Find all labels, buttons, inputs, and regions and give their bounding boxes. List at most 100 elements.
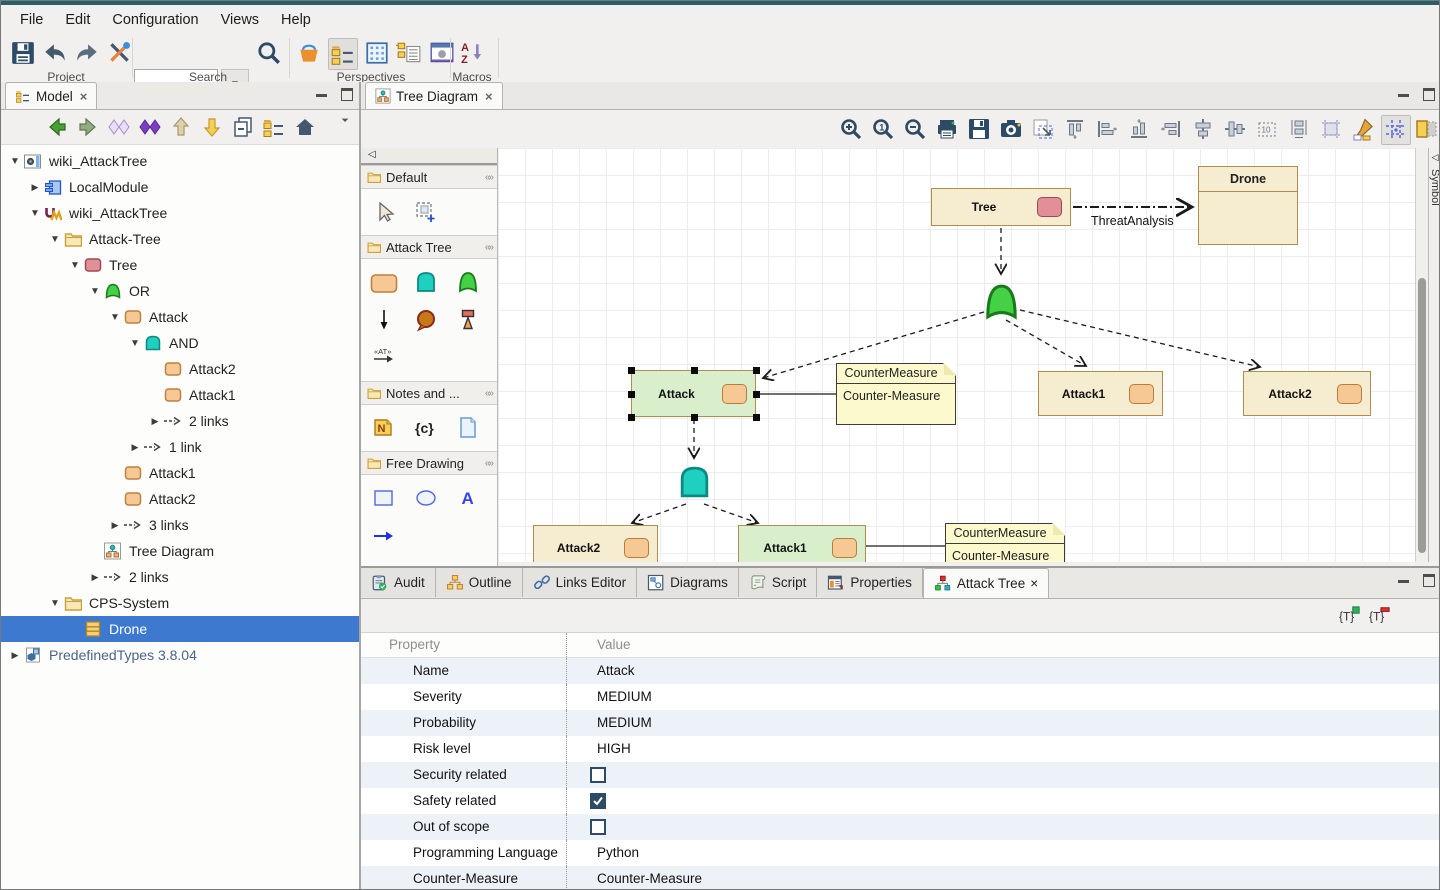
menu-file[interactable]: File bbox=[9, 8, 54, 32]
close-icon[interactable]: × bbox=[485, 89, 493, 104]
palette-tool-rectangle[interactable] bbox=[363, 479, 405, 517]
symbol-panel-collapsed[interactable]: ◁ Symbol bbox=[1428, 148, 1440, 562]
minimize-icon[interactable] bbox=[316, 94, 327, 97]
screenshot-icon[interactable] bbox=[997, 115, 1025, 143]
zoom-out-icon[interactable] bbox=[901, 115, 929, 143]
tree-item-localmodule[interactable]: ▶LocalModule bbox=[1, 174, 359, 200]
diagram-node-attack2[interactable]: Attack2 bbox=[1243, 371, 1371, 416]
tree-item-or[interactable]: ▼OR bbox=[1, 278, 359, 304]
align-right-icon[interactable] bbox=[1157, 115, 1185, 143]
diagram-node-drone[interactable]: Drone bbox=[1198, 166, 1298, 245]
tab-model[interactable]: Model × bbox=[5, 82, 97, 109]
search-icon[interactable] bbox=[255, 38, 283, 68]
palette-collapse-button[interactable]: ◁ bbox=[361, 148, 497, 165]
tab-tree-diagram[interactable]: Tree Diagram × bbox=[365, 82, 503, 109]
zoom-in-icon[interactable] bbox=[837, 115, 865, 143]
menu-views[interactable]: Views bbox=[210, 8, 270, 32]
tree-caret-icon[interactable]: ▼ bbox=[7, 156, 23, 167]
palette-section-attack-tree[interactable]: Attack Tree«» bbox=[361, 235, 497, 259]
tree-item-2-links[interactable]: ▶2 links bbox=[1, 564, 359, 590]
grid-visibility-icon[interactable] bbox=[1381, 115, 1411, 145]
checkbox-unchecked[interactable] bbox=[590, 767, 606, 783]
property-value[interactable]: MEDIUM bbox=[566, 684, 1440, 710]
diagram-node-and-gate[interactable] bbox=[676, 462, 713, 502]
nav-forward-icon[interactable] bbox=[76, 115, 100, 139]
selection-handle[interactable] bbox=[628, 391, 635, 398]
sort-az-icon[interactable]: AZ bbox=[459, 38, 487, 68]
tree-item-predefinedtypes-3-8-04[interactable]: ▶PredefinedTypes 3.8.04 bbox=[1, 642, 359, 668]
tree-item-2-links[interactable]: ▶2 links bbox=[1, 408, 359, 434]
selection-handle[interactable] bbox=[753, 391, 760, 398]
center-vertical-icon[interactable] bbox=[1221, 115, 1249, 143]
tree-caret-icon[interactable]: ▼ bbox=[87, 286, 103, 297]
tree-caret-icon[interactable]: ▶ bbox=[147, 416, 163, 427]
nav-back-icon[interactable] bbox=[45, 115, 69, 139]
palette-tool-note[interactable]: N bbox=[363, 409, 405, 447]
diamonds-light-icon[interactable] bbox=[107, 115, 131, 139]
palette-tool-countermeasure-balloon[interactable] bbox=[405, 301, 447, 339]
property-value[interactable]: Python bbox=[566, 840, 1440, 866]
undo-icon[interactable] bbox=[41, 38, 69, 68]
tree-item-3-links[interactable]: ▶3 links bbox=[1, 512, 359, 538]
symbol-panel-icon[interactable] bbox=[1413, 115, 1440, 143]
tree-caret-icon[interactable]: ▼ bbox=[47, 598, 63, 609]
selection-handle[interactable] bbox=[628, 367, 635, 374]
redo-icon[interactable] bbox=[73, 38, 101, 68]
canvas-vertical-scrollbar[interactable] bbox=[1415, 148, 1428, 562]
tab-properties[interactable]: Properties bbox=[817, 568, 923, 597]
menu-help[interactable]: Help bbox=[270, 8, 322, 32]
scrollbar-thumb[interactable] bbox=[1418, 278, 1426, 553]
palette-section-default[interactable]: Default«» bbox=[361, 165, 497, 189]
tree-caret-icon[interactable]: ▶ bbox=[7, 650, 23, 661]
property-value[interactable]: MEDIUM bbox=[566, 710, 1440, 736]
perspective-model-icon[interactable] bbox=[328, 38, 358, 70]
fit-selection-icon[interactable] bbox=[1029, 115, 1057, 143]
menu-configuration[interactable]: Configuration bbox=[101, 8, 209, 32]
tree-item-and[interactable]: ▼AND bbox=[1, 330, 359, 356]
align-top-icon[interactable] bbox=[1061, 115, 1089, 143]
tree-item-drone[interactable]: Drone bbox=[1, 616, 359, 642]
palette-tool-timeout[interactable] bbox=[447, 301, 489, 339]
tree-item-tree[interactable]: ▼Tree bbox=[1, 252, 359, 278]
tree-caret-icon[interactable]: ▼ bbox=[107, 312, 123, 323]
save-diagram-icon[interactable] bbox=[965, 115, 993, 143]
diagram-node-note1[interactable]: CounterMeasure Counter-Measure bbox=[836, 363, 956, 425]
center-horizontal-icon[interactable] bbox=[1189, 115, 1217, 143]
tree-item-wiki-attacktree[interactable]: ▼wiki_AttackTree bbox=[1, 200, 359, 226]
tree-item-1-link[interactable]: ▶1 link bbox=[1, 434, 359, 460]
tab-outline[interactable]: Outline bbox=[436, 568, 523, 597]
maximize-icon[interactable] bbox=[1423, 574, 1435, 587]
palette-tool-cursor[interactable] bbox=[363, 193, 405, 231]
tree-item-attack2[interactable]: Attack2 bbox=[1, 356, 359, 382]
tab-links-editor[interactable]: Links Editor bbox=[523, 568, 638, 597]
tab-diagrams[interactable]: Diagrams bbox=[637, 568, 739, 597]
checkbox-checked[interactable] bbox=[590, 793, 606, 809]
minimize-icon[interactable] bbox=[1398, 580, 1409, 583]
palette-tool-ellipse[interactable] bbox=[405, 479, 447, 517]
diagram-node-attack1-bottom[interactable]: Attack1 bbox=[738, 525, 866, 562]
tree-item-wiki-attacktree[interactable]: ▼wiki_AttackTree bbox=[1, 148, 359, 174]
palette-tool-document[interactable] bbox=[447, 409, 489, 447]
checkbox-unchecked[interactable] bbox=[590, 819, 606, 835]
edge-label-threatanalysis[interactable]: ThreatAnalysis bbox=[1091, 214, 1174, 228]
diagram-node-attack2-bottom[interactable]: Attack2 bbox=[533, 525, 658, 562]
maximize-icon[interactable] bbox=[341, 88, 353, 101]
collapse-copy-icon[interactable] bbox=[231, 115, 255, 139]
palette-tool-or-gate[interactable] bbox=[447, 263, 489, 301]
section-collapse-icon[interactable]: «» bbox=[485, 242, 492, 253]
tree-item-attack2[interactable]: Attack2 bbox=[1, 486, 359, 512]
property-value[interactable]: Attack bbox=[566, 658, 1440, 684]
palette-tool-arrow-down[interactable] bbox=[363, 301, 405, 339]
section-collapse-icon[interactable]: «» bbox=[485, 388, 492, 399]
tree-item-attack1[interactable]: Attack1 bbox=[1, 382, 359, 408]
align-left-icon[interactable] bbox=[1093, 115, 1121, 143]
diagram-node-attack[interactable]: Attack bbox=[631, 370, 756, 417]
property-value[interactable]: HIGH bbox=[566, 736, 1440, 762]
palette-tool-and-gate[interactable] bbox=[405, 263, 447, 301]
palette-section-notes-and-[interactable]: Notes and ...«» bbox=[361, 381, 497, 405]
property-value[interactable] bbox=[566, 762, 1440, 788]
tree-caret-icon[interactable]: ▶ bbox=[107, 520, 123, 531]
perspective-grid-icon[interactable] bbox=[363, 38, 391, 68]
section-collapse-icon[interactable]: «» bbox=[485, 172, 492, 183]
tree-caret-icon[interactable]: ▼ bbox=[127, 338, 143, 349]
